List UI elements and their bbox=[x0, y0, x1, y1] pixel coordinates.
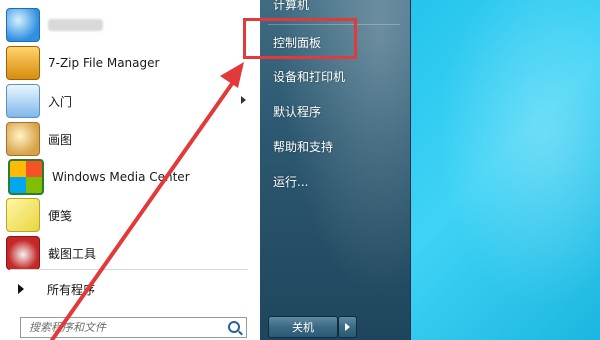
windows-media-center-icon bbox=[8, 159, 44, 195]
7zip-icon bbox=[6, 46, 40, 80]
program-label: 7-Zip File Manager bbox=[48, 56, 160, 70]
snipping-tool-icon bbox=[6, 236, 40, 270]
program-label: 截图工具 bbox=[48, 246, 97, 261]
search-input[interactable] bbox=[27, 318, 221, 337]
program-item-7zip[interactable]: 7-Zip File Manager bbox=[6, 44, 256, 82]
shutdown-button[interactable]: 关机 bbox=[268, 316, 338, 338]
program-item-getting-started[interactable]: 入门 bbox=[6, 82, 256, 120]
program-item-paint[interactable]: 画图 bbox=[6, 120, 256, 158]
sticky-notes-icon bbox=[6, 198, 40, 232]
submenu-arrow-icon[interactable] bbox=[241, 96, 246, 104]
default-programs-link[interactable]: 默认程序 bbox=[273, 103, 321, 120]
program-label: Windows Media Center bbox=[52, 170, 190, 184]
program-item-sticky-notes[interactable]: 便笺 bbox=[6, 196, 256, 234]
pinned-programs-list: 7-Zip File Manager 入门 画图 Windows Media C… bbox=[6, 6, 256, 272]
program-label: 入门 bbox=[48, 94, 73, 109]
help-support-link[interactable]: 帮助和支持 bbox=[273, 138, 333, 155]
program-item-blurred[interactable] bbox=[6, 6, 256, 44]
computer-link[interactable]: 计算机 bbox=[273, 0, 309, 13]
all-programs-label: 所有程序 bbox=[47, 282, 96, 297]
annotation-highlight-box bbox=[243, 18, 357, 59]
divider bbox=[10, 269, 248, 270]
run-link[interactable]: 运行... bbox=[273, 173, 308, 190]
shutdown-options-button[interactable] bbox=[338, 316, 357, 338]
program-item-snipping-tool[interactable]: 截图工具 bbox=[6, 234, 256, 272]
program-label: 画图 bbox=[48, 132, 73, 147]
all-programs-button[interactable]: 所有程序 bbox=[18, 280, 95, 298]
program-item-windows-media-center[interactable]: Windows Media Center bbox=[6, 158, 256, 196]
getting-started-icon bbox=[6, 84, 40, 118]
app-icon bbox=[6, 8, 40, 42]
expand-arrow-icon bbox=[18, 284, 24, 294]
search-box[interactable] bbox=[20, 317, 247, 338]
start-menu-programs-panel: 7-Zip File Manager 入门 画图 Windows Media C… bbox=[0, 0, 261, 340]
devices-printers-link[interactable]: 设备和打印机 bbox=[273, 68, 345, 85]
program-label: 便笺 bbox=[48, 208, 73, 223]
search-icon[interactable] bbox=[228, 321, 240, 333]
blurred-program-label bbox=[48, 19, 103, 31]
paint-icon bbox=[6, 122, 40, 156]
